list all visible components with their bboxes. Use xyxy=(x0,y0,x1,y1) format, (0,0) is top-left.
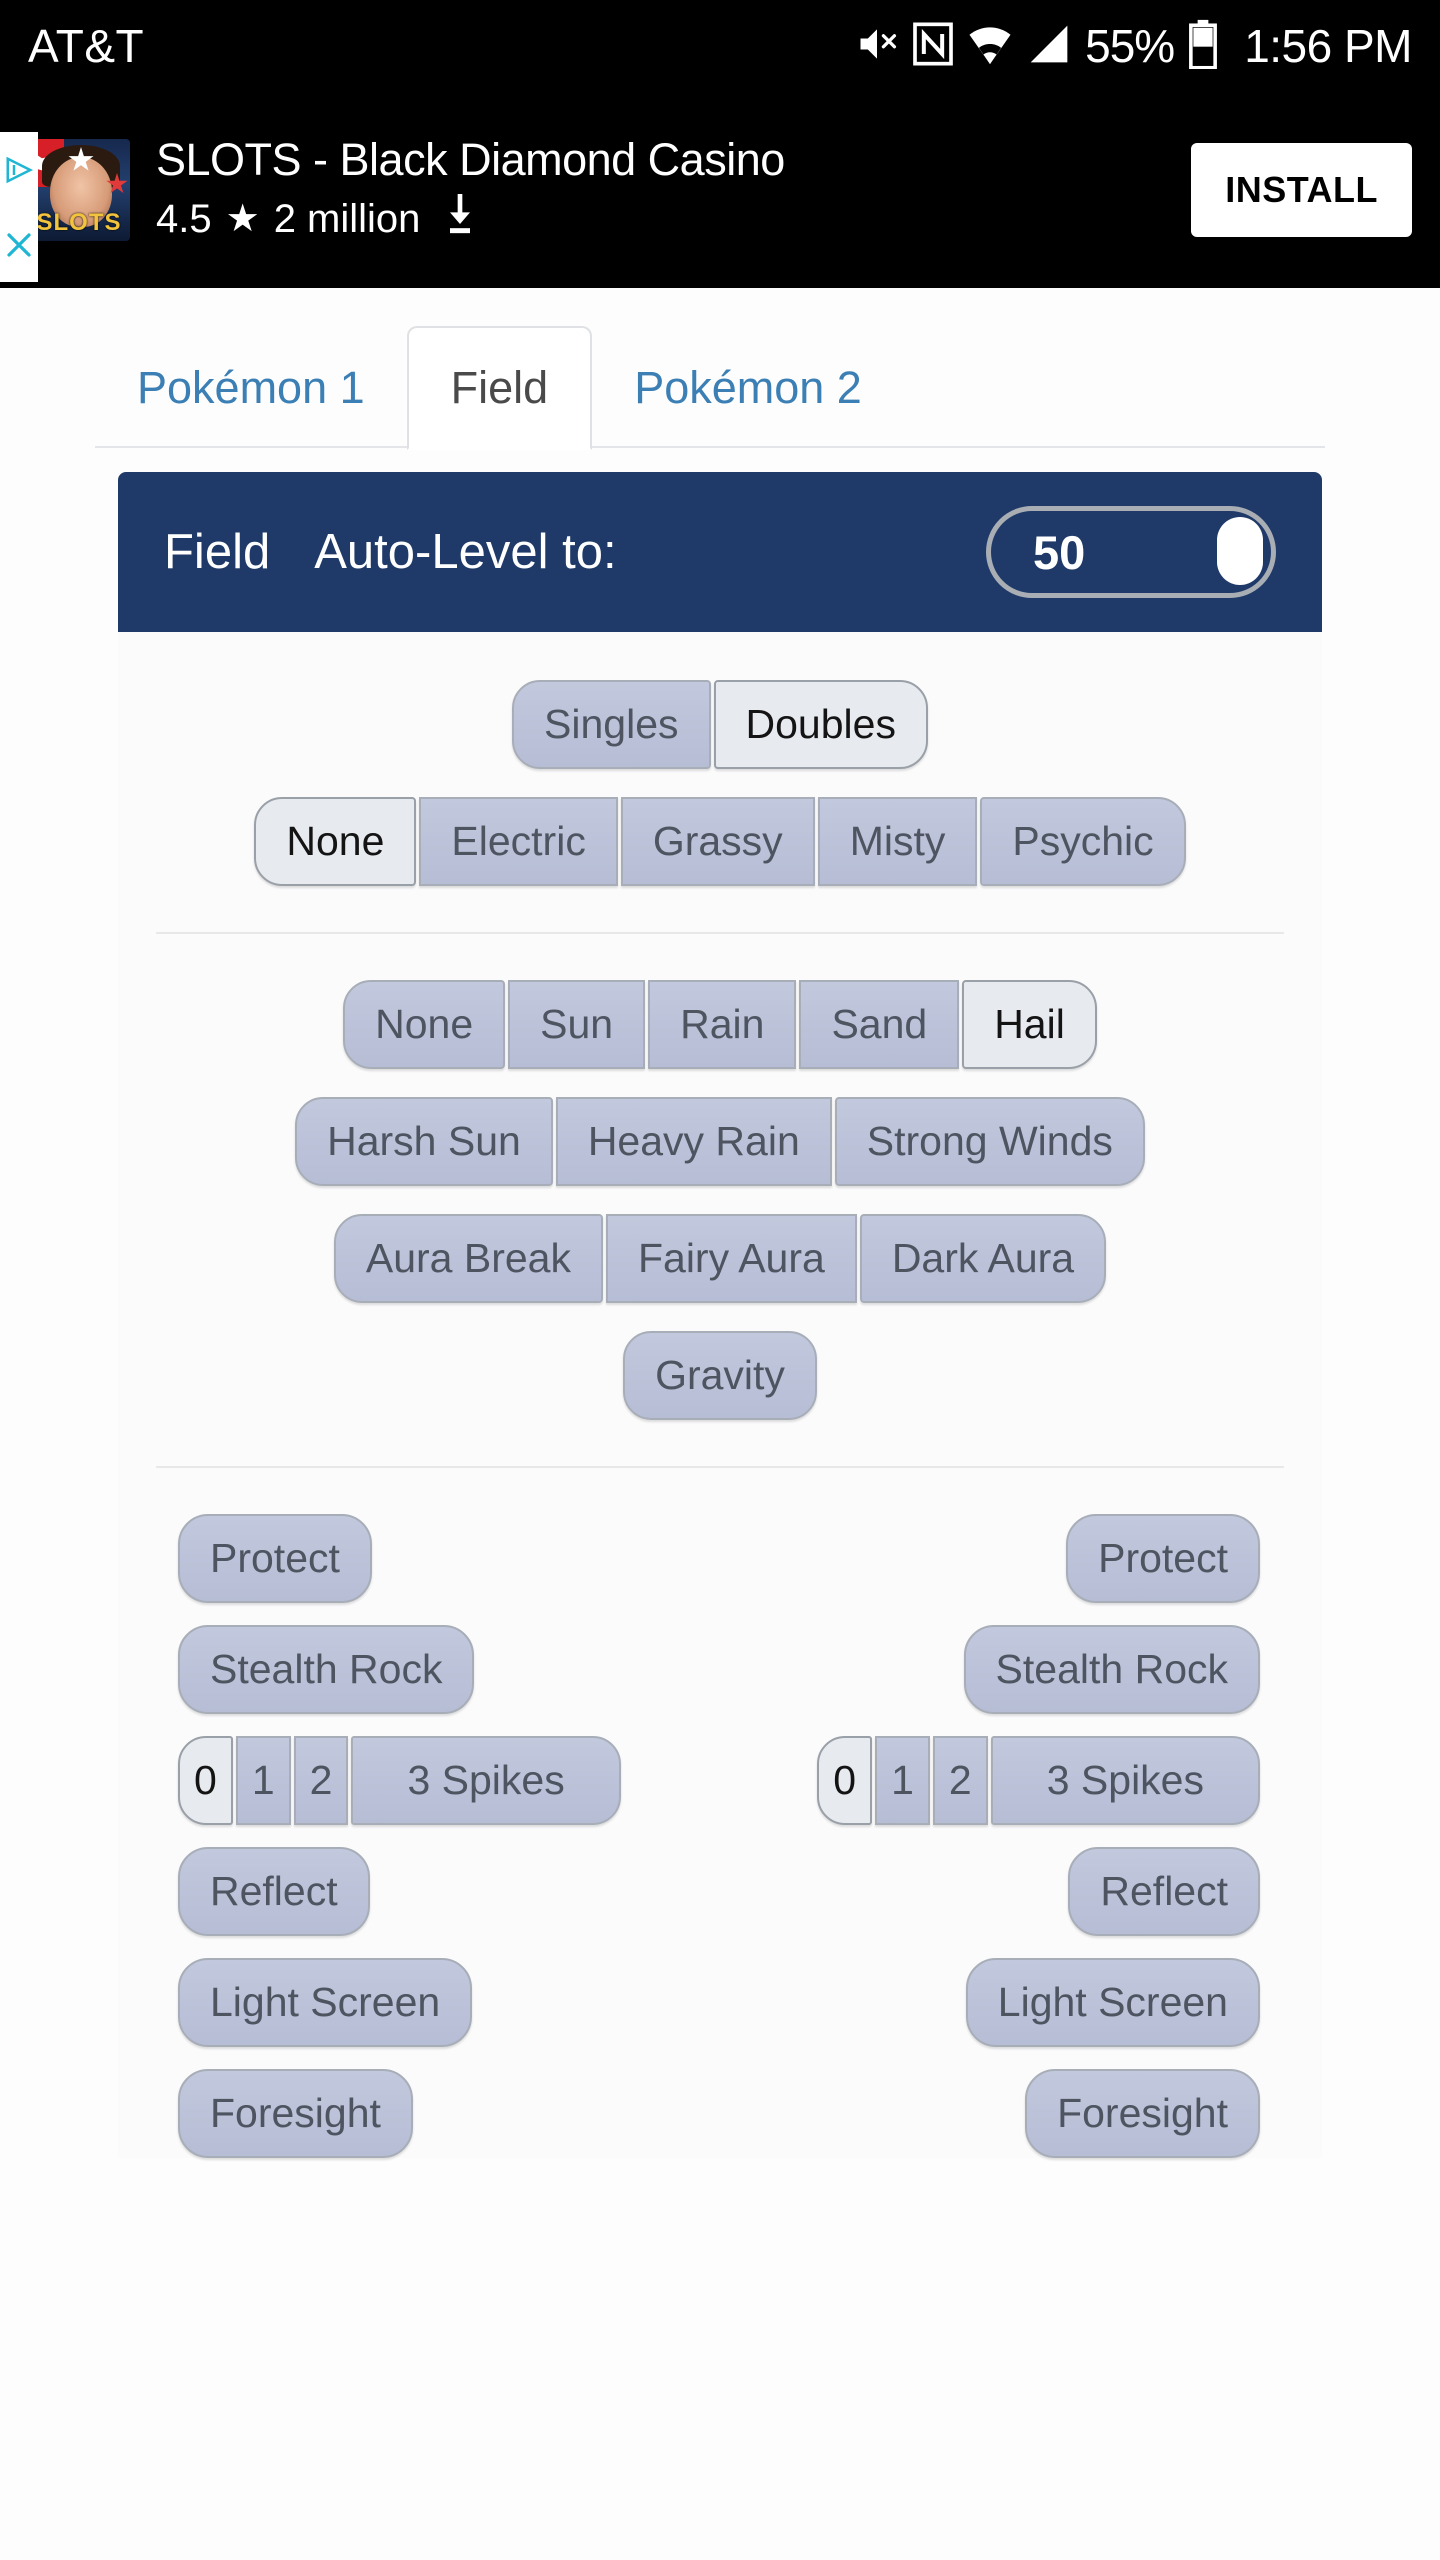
weather-option-sand[interactable]: Sand xyxy=(799,980,960,1069)
field-card-header: Field Auto-Level to: 50 xyxy=(118,472,1322,632)
status-icons-group: 55% 1:56 PM xyxy=(855,19,1412,74)
ad-app-title: SLOTS - Black Diamond Casino xyxy=(156,134,785,185)
terrain-option-misty[interactable]: Misty xyxy=(817,797,978,886)
field-card-body: Singles Doubles None Electric Grassy Mis… xyxy=(118,632,1322,2158)
install-button[interactable]: INSTALL xyxy=(1191,143,1412,237)
tab-bar: Pokémon 1 Field Pokémon 2 xyxy=(0,288,1440,450)
divider-terrain-weather xyxy=(156,932,1284,934)
right-light-screen-button[interactable]: Light Screen xyxy=(965,1958,1260,2047)
left-protect-button[interactable]: Protect xyxy=(178,1514,372,1603)
weather-option-rain[interactable]: Rain xyxy=(648,980,797,1069)
tab-underline xyxy=(95,446,1325,448)
extreme-option-strong-winds[interactable]: Strong Winds xyxy=(834,1097,1145,1186)
ad-app-icon: SLOTS xyxy=(28,139,130,241)
cellular-signal-icon xyxy=(1027,22,1071,71)
tab-pokemon-2[interactable]: Pokémon 2 xyxy=(592,362,904,448)
gravity-row: Gravity xyxy=(118,1331,1322,1420)
weather-option-hail[interactable]: Hail xyxy=(962,980,1097,1069)
aura-group: Aura Break Fairy Aura Dark Aura xyxy=(333,1214,1107,1303)
field-card: Field Auto-Level to: 50 Singles Doubles … xyxy=(118,472,1322,2158)
ad-controls[interactable] xyxy=(0,132,38,282)
status-bar: AT&T 55% 1:56 PM xyxy=(0,0,1440,92)
left-spikes-button[interactable]: 3 Spikes xyxy=(351,1736,621,1825)
hazards-column-right: Protect Stealth Rock 0 1 2 3 Spikes Refl… xyxy=(719,1514,1322,2158)
terrain-option-psychic[interactable]: Psychic xyxy=(980,797,1186,886)
auto-level-label: Auto-Level to: xyxy=(314,525,617,579)
ad-app-icon-label: SLOTS xyxy=(36,209,122,236)
format-group: Singles Doubles xyxy=(512,680,928,769)
ad-text-block: SLOTS - Black Diamond Casino 4.5 ★ 2 mil… xyxy=(156,134,785,246)
aura-option-dark-aura[interactable]: Dark Aura xyxy=(859,1214,1107,1303)
gravity-button[interactable]: Gravity xyxy=(623,1331,817,1420)
tab-pokemon-1[interactable]: Pokémon 1 xyxy=(95,362,407,448)
terrain-row: None Electric Grassy Misty Psychic xyxy=(118,797,1322,886)
page-content: Pokémon 1 Field Pokémon 2 Field Auto-Lev… xyxy=(0,288,1440,2560)
field-title: Field xyxy=(164,525,271,579)
weather-group: None Sun Rain Sand Hail xyxy=(343,980,1097,1069)
battery-percent-label: 55% xyxy=(1085,20,1175,72)
clock-label: 1:56 PM xyxy=(1244,20,1412,72)
star-icon: ★ xyxy=(225,198,260,240)
toggle-knob[interactable] xyxy=(1217,517,1263,585)
ad-meta-row: 4.5 ★ 2 million xyxy=(156,192,785,246)
right-spikes-count-1[interactable]: 1 xyxy=(875,1736,930,1825)
left-reflect-button[interactable]: Reflect xyxy=(178,1847,370,1936)
right-foresight-button[interactable]: Foresight xyxy=(1025,2069,1260,2158)
wifi-icon xyxy=(967,22,1013,71)
format-option-doubles[interactable]: Doubles xyxy=(713,680,928,769)
extreme-weather-group: Harsh Sun Heavy Rain Strong Winds xyxy=(295,1097,1145,1186)
terrain-group: None Electric Grassy Misty Psychic xyxy=(254,797,1186,886)
left-spikes-group: 0 1 2 3 Spikes xyxy=(178,1736,621,1825)
extreme-weather-row: Harsh Sun Heavy Rain Strong Winds xyxy=(118,1097,1322,1186)
right-protect-button[interactable]: Protect xyxy=(1066,1514,1260,1603)
left-foresight-button[interactable]: Foresight xyxy=(178,2069,413,2158)
right-spikes-count-0[interactable]: 0 xyxy=(817,1736,873,1825)
battery-icon xyxy=(1188,19,1218,74)
aura-option-aura-break[interactable]: Aura Break xyxy=(333,1214,603,1303)
right-spikes-count-2[interactable]: 2 xyxy=(932,1736,988,1825)
aura-option-fairy-aura[interactable]: Fairy Aura xyxy=(605,1214,857,1303)
divider-field-hazards xyxy=(156,1466,1284,1468)
left-stealth-rock-button[interactable]: Stealth Rock xyxy=(178,1625,475,1714)
left-spikes-count-0[interactable]: 0 xyxy=(178,1736,233,1825)
right-stealth-rock-button[interactable]: Stealth Rock xyxy=(963,1625,1260,1714)
right-spikes-group: 0 1 2 3 Spikes xyxy=(817,1736,1260,1825)
hazards-column-left: Protect Stealth Rock 0 1 2 3 Spikes Refl… xyxy=(118,1514,719,2158)
right-reflect-button[interactable]: Reflect xyxy=(1068,1847,1260,1936)
auto-level-toggle[interactable]: 50 xyxy=(986,506,1276,598)
weather-option-none[interactable]: None xyxy=(343,980,506,1069)
terrain-option-electric[interactable]: Electric xyxy=(419,797,618,886)
nfc-icon xyxy=(913,22,953,71)
carrier-label: AT&T xyxy=(28,20,145,72)
ad-close-icon[interactable] xyxy=(4,230,34,260)
left-spikes-count-2[interactable]: 2 xyxy=(293,1736,349,1825)
ad-downloads-value: 2 million xyxy=(273,196,421,241)
format-option-singles[interactable]: Singles xyxy=(512,680,711,769)
weather-row: None Sun Rain Sand Hail xyxy=(118,980,1322,1069)
terrain-option-none[interactable]: None xyxy=(254,797,417,886)
auto-level-value: 50 xyxy=(1033,525,1086,579)
aura-row: Aura Break Fairy Aura Dark Aura xyxy=(118,1214,1322,1303)
left-light-screen-button[interactable]: Light Screen xyxy=(178,1958,473,2047)
extreme-option-harsh-sun[interactable]: Harsh Sun xyxy=(295,1097,553,1186)
weather-option-sun[interactable]: Sun xyxy=(508,980,646,1069)
right-spikes-button[interactable]: 3 Spikes xyxy=(990,1736,1260,1825)
terrain-option-grassy[interactable]: Grassy xyxy=(620,797,815,886)
hazards-section: Protect Stealth Rock 0 1 2 3 Spikes Refl… xyxy=(118,1514,1322,2158)
mute-icon xyxy=(855,22,899,71)
ad-rating-value: 4.5 xyxy=(156,196,212,241)
extreme-option-heavy-rain[interactable]: Heavy Rain xyxy=(555,1097,832,1186)
download-icon xyxy=(440,192,480,246)
format-row: Singles Doubles xyxy=(118,680,1322,769)
left-spikes-count-1[interactable]: 1 xyxy=(235,1736,291,1825)
ad-info-icon[interactable] xyxy=(4,155,34,185)
ad-banner[interactable]: SLOTS SLOTS - Black Diamond Casino 4.5 ★… xyxy=(0,92,1440,288)
tab-field[interactable]: Field xyxy=(406,326,593,450)
